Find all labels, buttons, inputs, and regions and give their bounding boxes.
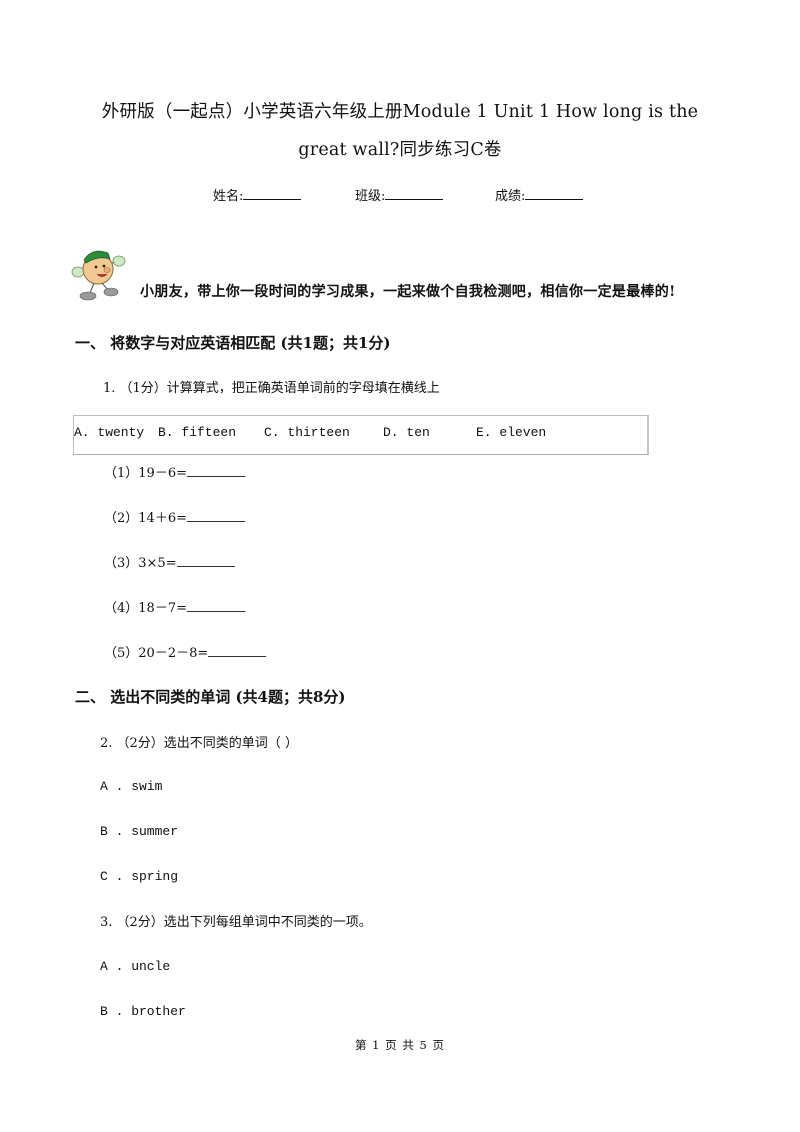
sub-item-2[interactable]: （2）14＋6=: [104, 507, 245, 526]
class-blank[interactable]: [385, 187, 444, 200]
word-bank-option-c: C. thirteen: [264, 425, 350, 440]
word-bank-option-b: B. fifteen: [158, 425, 237, 440]
page-number: 第 1 页 共 5 页: [355, 1038, 445, 1052]
document-title-line-1: 外研版（一起点）小学英语六年级上册Module 1 Unit 1 How lon…: [101, 102, 699, 122]
class-field[interactable]: 班级:: [355, 185, 444, 204]
section-2-heading: 二、 选出不同类的单词 (共4题；共8分): [75, 688, 346, 706]
sub-item-3-label: （3）3×5=: [104, 556, 177, 571]
name-field[interactable]: 姓名:: [213, 185, 302, 204]
word-bank-option-d: D. ten: [383, 425, 430, 440]
question-2-option-c[interactable]: C . spring: [100, 869, 178, 884]
name-blank[interactable]: [243, 187, 302, 200]
word-bank-box: A. twenty B. fifteen C. thirteen D. ten …: [73, 415, 649, 455]
question-3-stem: 3. （2分）选出下列每组单词中不同类的一项。: [100, 915, 372, 930]
score-blank[interactable]: [525, 187, 584, 200]
question-1-stem: 1. （1分）计算算式，把正确英语单词前的字母填在横线上: [103, 381, 440, 396]
answer-blank-5[interactable]: [208, 644, 267, 657]
sub-item-4[interactable]: （4）18－7=: [104, 597, 245, 616]
answer-blank-2[interactable]: [186, 509, 245, 522]
word-bank-option-e: E. eleven: [476, 425, 547, 440]
sub-item-2-label: （2）14＋6=: [104, 511, 187, 526]
class-label: 班级:: [355, 189, 386, 204]
question-2-option-a[interactable]: A . swim: [100, 779, 162, 794]
sub-item-3[interactable]: （3）3×5=: [104, 552, 235, 571]
question-2-stem: 2. （2分）选出不同类的单词（ ）: [100, 736, 298, 751]
intro-text: 小朋友，带上你一段时间的学习成果，一起来做个自我检测吧，相信你一定是最棒的!: [140, 284, 676, 300]
cartoon-boy-mascot-icon: [64, 243, 134, 303]
answer-blank-3[interactable]: [176, 554, 235, 567]
sub-item-1[interactable]: （1）19－6=: [104, 462, 245, 481]
section-1-heading: 一、 将数字与对应英语相匹配 (共1题；共1分): [75, 334, 391, 352]
score-field[interactable]: 成绩:: [495, 185, 584, 204]
score-label: 成绩:: [495, 189, 526, 204]
name-label: 姓名:: [213, 189, 244, 204]
question-3-option-b[interactable]: B . brother: [100, 1004, 186, 1019]
sub-item-5[interactable]: （5）20－2－8=: [104, 642, 267, 661]
sub-item-1-label: （1）19－6=: [104, 466, 187, 481]
document-title-line-2: great wall?同步练习C卷: [298, 140, 502, 160]
question-3-option-a[interactable]: A . uncle: [100, 959, 170, 974]
sub-item-5-label: （5）20－2－8=: [104, 646, 209, 661]
question-2-option-b[interactable]: B . summer: [100, 824, 178, 839]
answer-blank-1[interactable]: [186, 464, 245, 477]
sub-item-4-label: （4）18－7=: [104, 601, 187, 616]
word-bank-option-a: A. twenty: [74, 425, 145, 440]
answer-blank-4[interactable]: [186, 599, 245, 612]
